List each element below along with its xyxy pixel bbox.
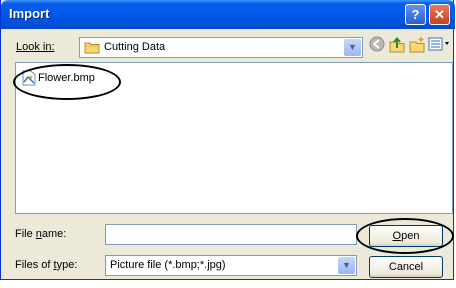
files-of-type-value: Picture file (*.bmp;*.jpg): [110, 259, 226, 271]
file-name-input[interactable]: [105, 224, 357, 245]
bitmap-file-icon: [22, 70, 36, 86]
help-button[interactable]: ?: [405, 4, 426, 25]
new-folder-icon[interactable]: [407, 36, 427, 56]
cancel-button[interactable]: Cancel: [369, 256, 443, 278]
files-of-type-label: Files of type:: [15, 259, 78, 271]
folder-icon: [84, 42, 100, 54]
look-in-value: Cutting Data: [104, 41, 166, 53]
back-icon[interactable]: [367, 36, 387, 56]
look-in-combo[interactable]: Cutting Data ▼: [79, 37, 363, 58]
chevron-down-icon[interactable]: ▼: [344, 39, 361, 56]
chevron-down-icon[interactable]: ▼: [338, 257, 355, 274]
files-of-type-combo[interactable]: Picture file (*.bmp;*.jpg) ▼: [105, 255, 357, 276]
close-button[interactable]: ✕: [429, 4, 450, 25]
look-in-label: Look in:: [16, 41, 55, 53]
views-menu-icon[interactable]: [427, 36, 453, 56]
file-name-flower: Flower.bmp: [38, 72, 95, 84]
file-name-label: File name:: [15, 228, 67, 240]
file-list[interactable]: Flower.bmp: [15, 62, 453, 214]
import-dialog: Import ? ✕ Look in: Cutting Data ▼ Flowe…: [0, 0, 455, 280]
up-folder-icon[interactable]: [387, 36, 407, 56]
dialog-title: Import: [9, 6, 50, 21]
open-button[interactable]: Open: [369, 225, 443, 247]
title-bar[interactable]: Import ? ✕: [1, 0, 455, 29]
